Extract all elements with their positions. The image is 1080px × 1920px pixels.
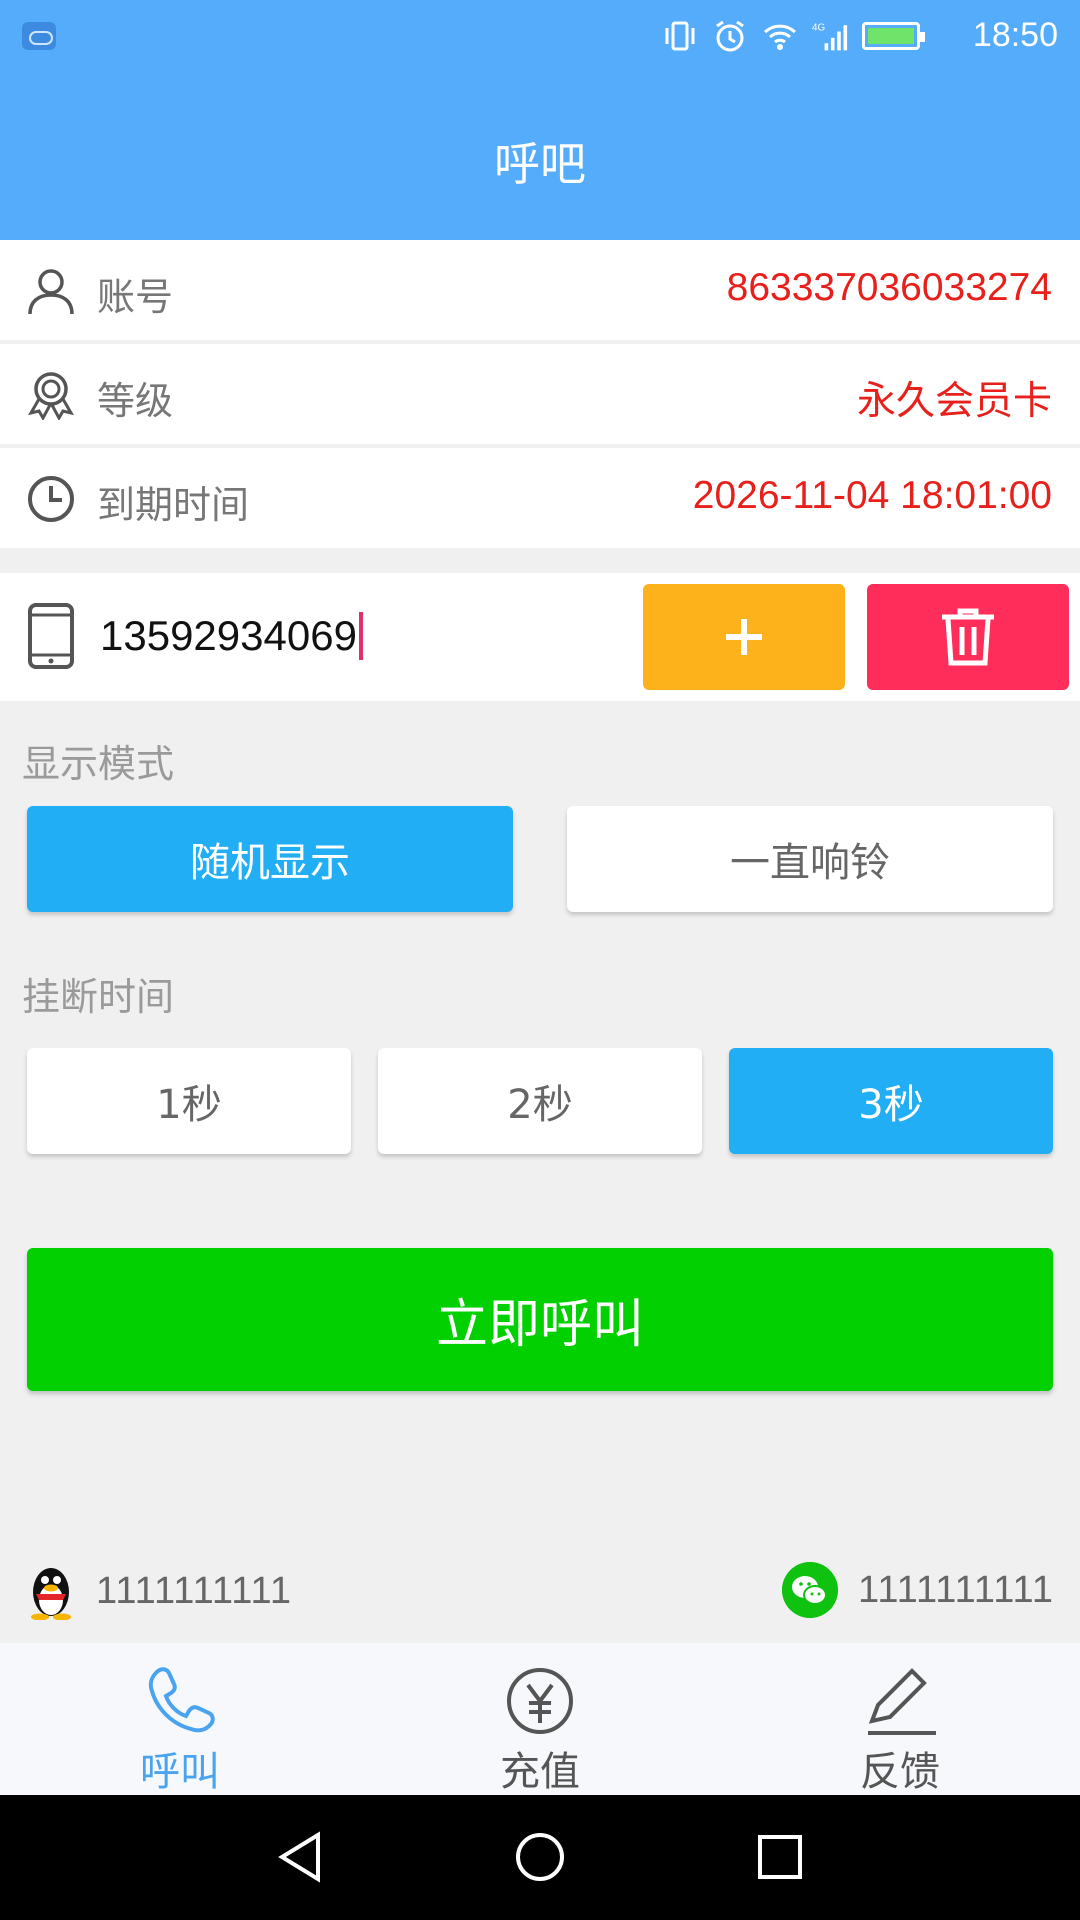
tab-call[interactable]: 呼叫	[80, 1643, 280, 1795]
call-now-label: 立即呼叫	[435, 1295, 644, 1355]
system-navigation-bar	[0, 1795, 1080, 1920]
status-time: 18:50	[972, 16, 1058, 54]
hangup-3s-button[interactable]: 3秒	[729, 1048, 1053, 1154]
wifi-icon	[763, 24, 797, 50]
back-icon[interactable]	[276, 1831, 324, 1883]
wechat-number: 1111111111	[858, 1568, 1054, 1611]
signal-4g-icon: 4G	[812, 23, 848, 51]
vibrate-icon	[665, 21, 695, 51]
hangup-2s-label: 2秒	[507, 1082, 573, 1128]
qq-number: 1111111111	[96, 1569, 292, 1612]
tab-recharge[interactable]: 充值	[440, 1643, 640, 1795]
alarm-icon	[716, 20, 744, 52]
qq-contact: 1111111111	[26, 1562, 292, 1620]
expiry-row: 到期时间 2026-11-04 18:01:00	[0, 448, 1080, 548]
level-label: 等级	[97, 379, 174, 423]
tab-recharge-label: 充值	[500, 1749, 580, 1795]
hangup-2s-button[interactable]: 2秒	[378, 1048, 702, 1154]
wechat-icon	[782, 1562, 839, 1618]
yuan-coin-icon	[507, 1668, 573, 1734]
clock-icon	[28, 476, 74, 522]
expiry-label: 到期时间	[97, 483, 250, 527]
phone-number-value: 13592934069	[100, 612, 357, 659]
wechat-contact: 1111111111	[782, 1562, 1054, 1618]
tab-feedback[interactable]: 反馈	[800, 1643, 1000, 1795]
display-mode-random-label: 随机显示	[190, 840, 350, 886]
display-mode-title: 显示模式	[22, 742, 175, 786]
qq-penguin-icon	[31, 1568, 71, 1620]
award-badge-icon	[27, 372, 75, 420]
display-mode-ring-button[interactable]: 一直响铃	[567, 806, 1053, 912]
display-mode-ring-label: 一直响铃	[730, 840, 890, 886]
call-now-button[interactable]: 立即呼叫	[27, 1248, 1053, 1391]
expiry-value: 2026-11-04 18:01:00	[692, 474, 1052, 517]
display-mode-random-button[interactable]: 随机显示	[27, 806, 513, 912]
cloud-notification-icon	[22, 22, 56, 50]
add-number-button[interactable]	[643, 584, 845, 690]
level-value: 永久会员卡	[856, 380, 1052, 423]
account-value: 863337036033274	[726, 266, 1052, 309]
trash-icon	[942, 608, 994, 666]
bottom-tab-bar: 呼叫 充值 反馈	[0, 1643, 1080, 1795]
text-cursor	[358, 612, 363, 660]
hangup-3s-label: 3秒	[858, 1082, 924, 1128]
page-title: 呼吧	[494, 137, 586, 191]
account-label: 账号	[97, 275, 174, 319]
status-icons: 4G	[662, 18, 925, 54]
account-row: 账号 863337036033274	[0, 240, 1080, 340]
recent-apps-icon[interactable]	[756, 1833, 804, 1881]
battery-icon	[862, 22, 925, 50]
tab-call-label: 呼叫	[140, 1749, 220, 1795]
plus-icon	[726, 619, 762, 655]
app-header: 4G 18:50 呼吧	[0, 0, 1080, 240]
hangup-1s-button[interactable]: 1秒	[27, 1048, 351, 1154]
tab-feedback-label: 反馈	[860, 1749, 940, 1795]
home-icon[interactable]	[514, 1831, 566, 1883]
edit-pen-icon	[868, 1668, 936, 1735]
phone-icon	[148, 1667, 215, 1733]
delete-number-button[interactable]	[867, 584, 1069, 690]
phone-number-input[interactable]: 13592934069	[100, 601, 520, 671]
svg-text:4G: 4G	[812, 23, 825, 34]
hangup-1s-label: 1秒	[156, 1082, 222, 1128]
user-icon	[28, 269, 74, 315]
hangup-time-title: 挂断时间	[22, 975, 175, 1019]
mobile-phone-icon	[28, 603, 74, 669]
level-row: 等级 永久会员卡	[0, 344, 1080, 444]
status-bar: 4G 18:50	[0, 0, 1080, 75]
